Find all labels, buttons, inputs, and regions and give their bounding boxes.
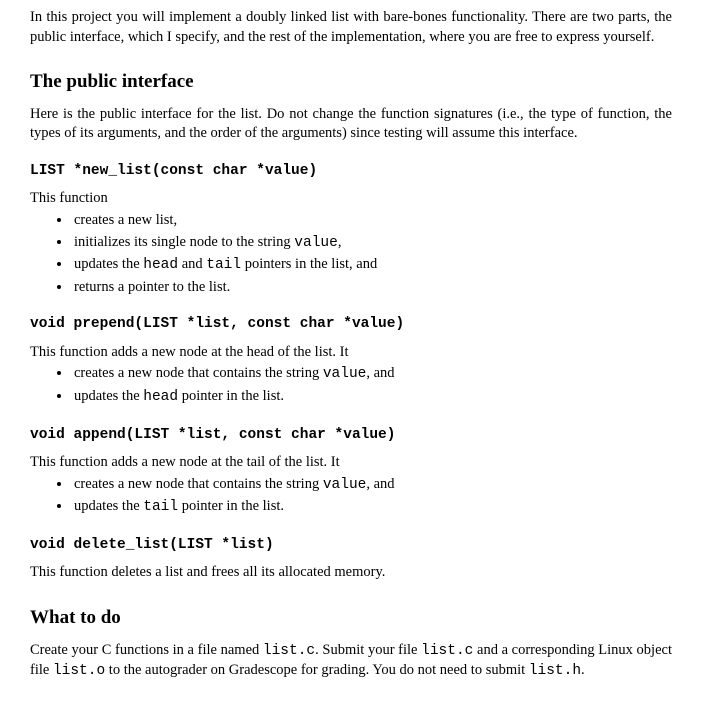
- text-fragment: . Submit your file: [315, 642, 421, 658]
- text-fragment: initializes its single node to the strin…: [74, 234, 294, 250]
- public-interface-description: Here is the public interface for the lis…: [30, 105, 672, 144]
- signature-prepend: void prepend(LIST *list, const char *val…: [30, 315, 672, 335]
- new-list-bullets: creates a new list, initializes its sing…: [30, 211, 672, 297]
- text-fragment: updates the: [74, 388, 143, 404]
- code-token-list-h: list.h: [529, 663, 581, 679]
- text-fragment: .: [581, 662, 585, 678]
- text-fragment: to the autograder on Gradescope for grad…: [105, 662, 529, 678]
- text-fragment: pointer in the list.: [178, 498, 284, 514]
- signature-delete-list: void delete_list(LIST *list): [30, 536, 672, 556]
- code-token-tail: tail: [143, 499, 178, 515]
- heading-public-interface: The public interface: [30, 69, 672, 95]
- text-fragment: pointers in the list, and: [241, 256, 377, 272]
- code-token-list-c: list.c: [263, 643, 315, 659]
- list-item: creates a new node that contains the str…: [72, 364, 672, 385]
- text-fragment: and: [178, 256, 206, 272]
- text-fragment: creates a new node that contains the str…: [74, 476, 323, 492]
- text-fragment: updates the: [74, 256, 143, 272]
- text-fragment: updates the: [74, 498, 143, 514]
- code-token-value: value: [323, 366, 367, 382]
- text-fragment: , and: [366, 476, 394, 492]
- code-token-list-c: list.c: [421, 643, 473, 659]
- code-token-value: value: [294, 235, 338, 251]
- text-fragment: pointer in the list.: [178, 388, 284, 404]
- heading-what-to-do: What to do: [30, 605, 672, 631]
- list-item: returns a pointer to the list.: [72, 278, 672, 298]
- append-bullets: creates a new node that contains the str…: [30, 475, 672, 518]
- signature-new-list: LIST *new_list(const char *value): [30, 162, 672, 182]
- new-list-lead: This function: [30, 189, 672, 209]
- code-token-tail: tail: [206, 257, 241, 273]
- list-item: updates the tail pointer in the list.: [72, 497, 672, 518]
- code-token-value: value: [323, 477, 367, 493]
- list-item: updates the head and tail pointers in th…: [72, 255, 672, 276]
- code-token-list-o: list.o: [53, 663, 105, 679]
- text-fragment: creates a new node that contains the str…: [74, 365, 323, 381]
- list-item: creates a new node that contains the str…: [72, 475, 672, 496]
- list-item: creates a new list,: [72, 211, 672, 231]
- prepend-lead: This function adds a new node at the hea…: [30, 343, 672, 363]
- code-token-head: head: [143, 389, 178, 405]
- delete-list-description: This function deletes a list and frees a…: [30, 563, 672, 583]
- text-fragment: ,: [338, 234, 342, 250]
- append-lead: This function adds a new node at the tai…: [30, 453, 672, 473]
- text-fragment: , and: [366, 365, 394, 381]
- text-fragment: Create your C functions in a file named: [30, 642, 263, 658]
- list-item: updates the head pointer in the list.: [72, 387, 672, 408]
- signature-append: void append(LIST *list, const char *valu…: [30, 426, 672, 446]
- what-to-do-paragraph: Create your C functions in a file named …: [30, 641, 672, 682]
- code-token-head: head: [143, 257, 178, 273]
- list-item: initializes its single node to the strin…: [72, 233, 672, 254]
- intro-paragraph: In this project you will implement a dou…: [30, 8, 672, 47]
- prepend-bullets: creates a new node that contains the str…: [30, 364, 672, 407]
